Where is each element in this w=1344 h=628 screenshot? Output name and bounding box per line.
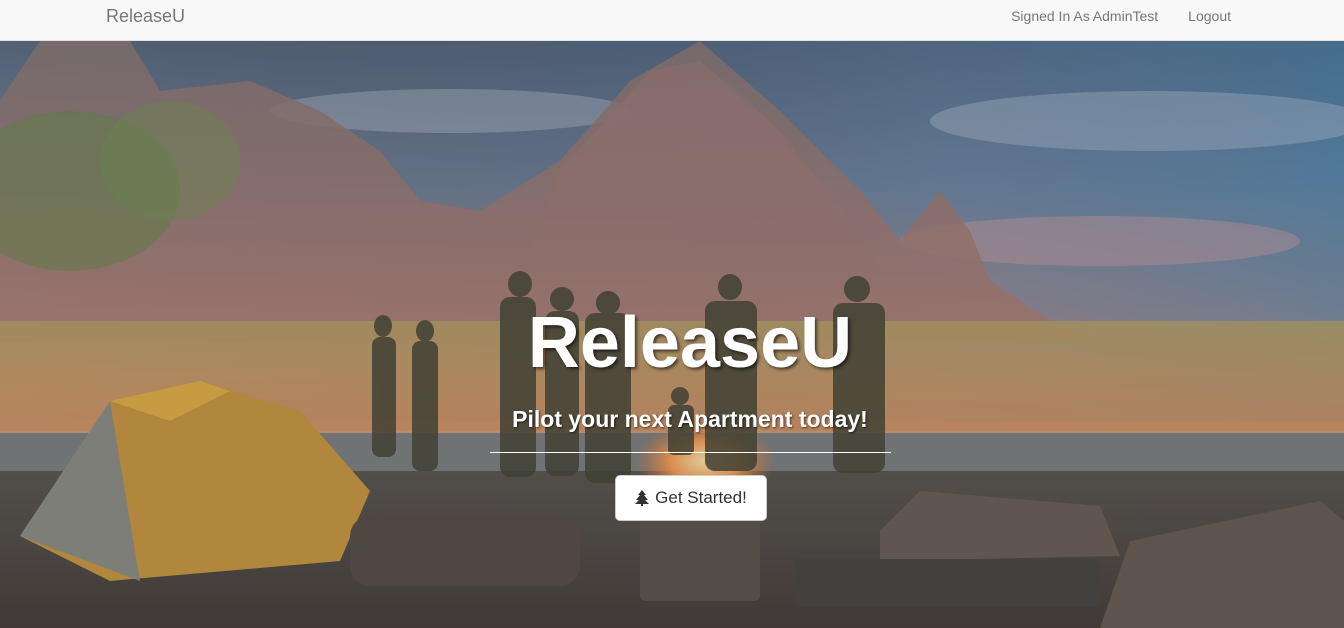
hero-subtitle: Pilot your next Apartment today! <box>512 406 868 432</box>
hero-content: ReleaseU Pilot your next Apartment today… <box>0 41 1344 628</box>
hero-title: ReleaseU <box>527 303 853 383</box>
navbar: ReleaseU Signed In As AdminTest Logout <box>0 0 1344 41</box>
logout-link[interactable]: Logout <box>1188 9 1231 23</box>
nav-right: Signed In As AdminTest Logout <box>1011 9 1231 23</box>
get-started-label: Get Started! <box>655 488 747 507</box>
signed-in-link[interactable]: Signed In As AdminTest <box>1011 9 1158 23</box>
tree-icon <box>635 490 650 506</box>
hero-section: ReleaseU Pilot your next Apartment today… <box>0 41 1344 628</box>
get-started-button[interactable]: Get Started! <box>615 475 767 521</box>
hero-divider <box>490 452 891 453</box>
brand-link[interactable]: ReleaseU <box>106 6 185 26</box>
